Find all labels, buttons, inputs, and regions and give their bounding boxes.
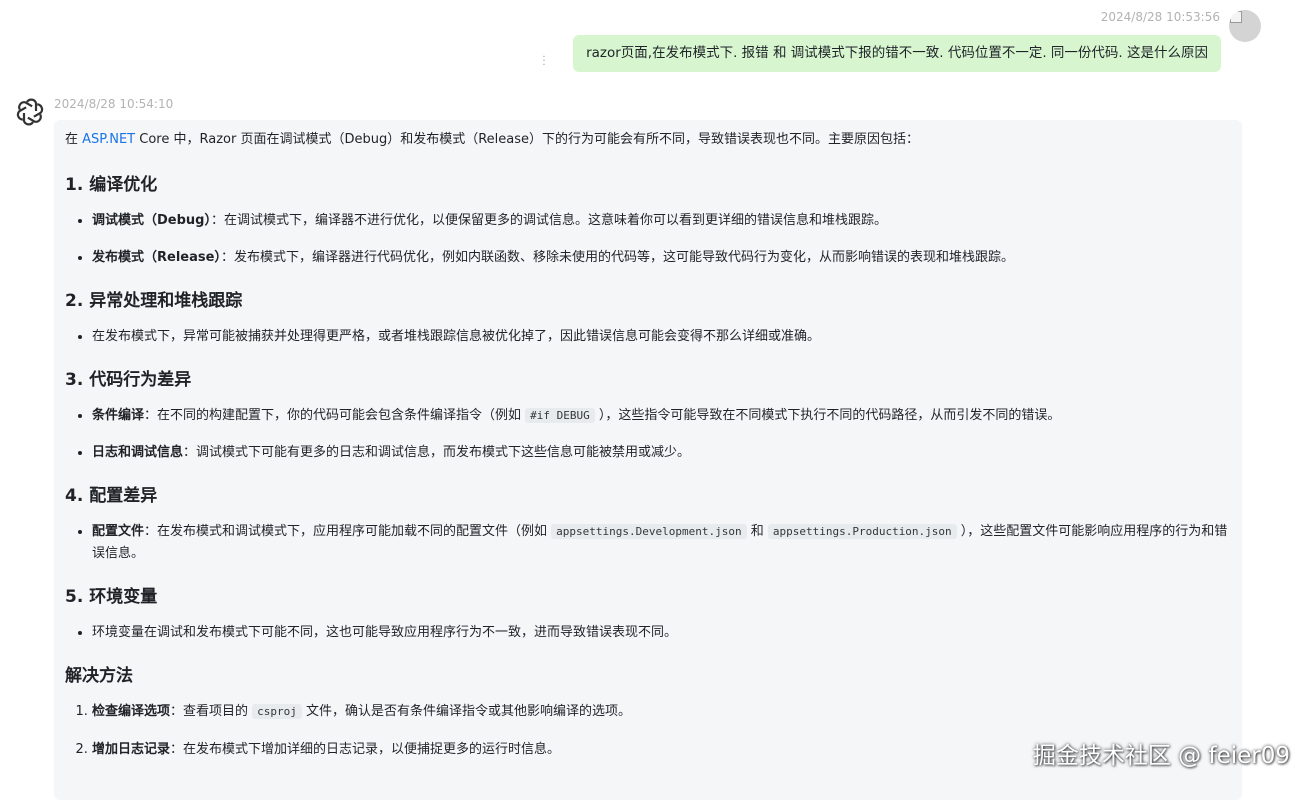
section-heading: 解决方法 — [65, 666, 133, 686]
bullet-list: 条件编译：在不同的构建配置下，你的代码可能会包含条件编译指令（例如 #if DE… — [65, 405, 1230, 464]
item-text: ），这些指令可能导致在不同模式下执行不同的代码路径，从而引发不同的错误。 — [594, 408, 1061, 423]
watermark: 掘金技术社区 @ feier09 — [1032, 743, 1290, 769]
item-text: 和 — [746, 524, 768, 539]
section-heading: 4. 配置差异 — [65, 486, 158, 506]
inline-code: appsettings.Production.json — [767, 524, 957, 539]
list-item: 调试模式（Debug）：在调试模式下，编译器不进行优化，以便保留更多的调试信息。… — [92, 210, 1230, 232]
list-item: 在发布模式下，异常可能被捕获并处理得更严格，或者堆栈跟踪信息被优化掉了，因此错误… — [92, 326, 1230, 348]
item-label: 配置文件 — [92, 524, 145, 539]
list-item: 条件编译：在不同的构建配置下，你的代码可能会包含条件编译指令（例如 #if DE… — [92, 405, 1230, 427]
item-label: 检查编译选项 — [92, 704, 171, 719]
item-text: 文件，确认是否有条件编译指令或其他影响编译的选项。 — [301, 704, 632, 719]
section-heading: 3. 代码行为差异 — [65, 370, 192, 390]
item-text: 在发布模式下，异常可能被捕获并处理得更严格，或者堆栈跟踪信息被优化掉了，因此错误… — [92, 329, 821, 344]
bullet-list: 环境变量在调试和发布模式下可能不同，这也可能导致应用程序行为不一致，进而导致错误… — [65, 622, 1230, 644]
list-item: 发布模式（Release）：发布模式下，编译器进行代码优化，例如内联函数、移除未… — [92, 247, 1230, 269]
user-message-bubble: razor页面,在发布模式下. 报错 和 调试模式下报的错不一致. 代码位置不一… — [573, 35, 1221, 72]
item-text: ：调试模式下可能有更多的日志和调试信息，而发布模式下这些信息可能被禁用或减少。 — [183, 445, 691, 460]
item-text: ：查看项目的 — [170, 704, 253, 719]
inline-code: appsettings.Development.json — [551, 524, 747, 539]
item-text: ：在调试模式下，编译器不进行优化，以便保留更多的调试信息。这意味着你可以看到更详… — [210, 213, 887, 228]
inline-code: #if DEBUG — [525, 408, 595, 423]
item-label: 日志和调试信息 — [92, 445, 184, 460]
inline-code: csproj — [252, 704, 302, 719]
broken-image-icon — [1230, 11, 1242, 23]
bullet-list: 配置文件：在发布模式和调试模式下，应用程序可能加载不同的配置文件（例如 apps… — [65, 521, 1230, 565]
user-avatar[interactable] — [1229, 10, 1261, 42]
item-text: ：在不同的构建配置下，你的代码可能会包含条件编译指令（例如 — [144, 408, 526, 423]
item-text: 环境变量在调试和发布模式下可能不同，这也可能导致应用程序行为不一致，进而导致错误… — [92, 625, 678, 640]
item-label: 条件编译 — [92, 408, 145, 423]
intro-text: Core 中，Razor 页面在调试模式（Debug）和发布模式（Release… — [135, 132, 919, 147]
assistant-message-card: 在 ASP.NET Core 中，Razor 页面在调试模式（Debug）和发布… — [54, 120, 1242, 800]
item-label: 发布模式（Release） — [92, 250, 221, 265]
assistant-message-timestamp: 2024/8/28 10:54:10 — [54, 97, 174, 111]
item-label: 调试模式（Debug） — [92, 213, 211, 228]
item-label: 增加日志记录 — [92, 742, 171, 757]
openai-logo-icon — [16, 98, 44, 126]
section-heading: 5. 环境变量 — [65, 587, 158, 607]
asp-net-link[interactable]: ASP.NET — [82, 132, 135, 147]
section-heading: 1. 编译优化 — [65, 175, 158, 195]
list-item: 检查编译选项：查看项目的 csproj 文件，确认是否有条件编译指令或其他影响编… — [92, 701, 1230, 723]
bullet-list: 在发布模式下，异常可能被捕获并处理得更严格，或者堆栈跟踪信息被优化掉了，因此错误… — [65, 326, 1230, 348]
item-text: ：在发布模式下增加详细的日志记录，以便捕捉更多的运行时信息。 — [170, 742, 561, 757]
item-text: ：发布模式下，编译器进行代码优化，例如内联函数、移除未使用的代码等，这可能导致代… — [220, 250, 1014, 265]
bullet-list: 调试模式（Debug）：在调试模式下，编译器不进行优化，以便保留更多的调试信息。… — [65, 210, 1230, 269]
assistant-intro: 在 ASP.NET Core 中，Razor 页面在调试模式（Debug）和发布… — [65, 130, 1230, 149]
list-item: 环境变量在调试和发布模式下可能不同，这也可能导致应用程序行为不一致，进而导致错误… — [92, 622, 1230, 644]
user-message-timestamp: 2024/8/28 10:53:56 — [1100, 10, 1220, 24]
item-text: ：在发布模式和调试模式下，应用程序可能加载不同的配置文件（例如 — [144, 524, 552, 539]
section-heading: 2. 异常处理和堆栈跟踪 — [65, 291, 243, 311]
more-vertical-icon[interactable]: · · · — [540, 53, 548, 71]
list-item: 配置文件：在发布模式和调试模式下，应用程序可能加载不同的配置文件（例如 apps… — [92, 521, 1230, 565]
intro-text: 在 — [65, 132, 83, 147]
list-item: 日志和调试信息：调试模式下可能有更多的日志和调试信息，而发布模式下这些信息可能被… — [92, 442, 1230, 464]
user-message-text: razor页面,在发布模式下. 报错 和 调试模式下报的错不一致. 代码位置不一… — [586, 45, 1208, 61]
